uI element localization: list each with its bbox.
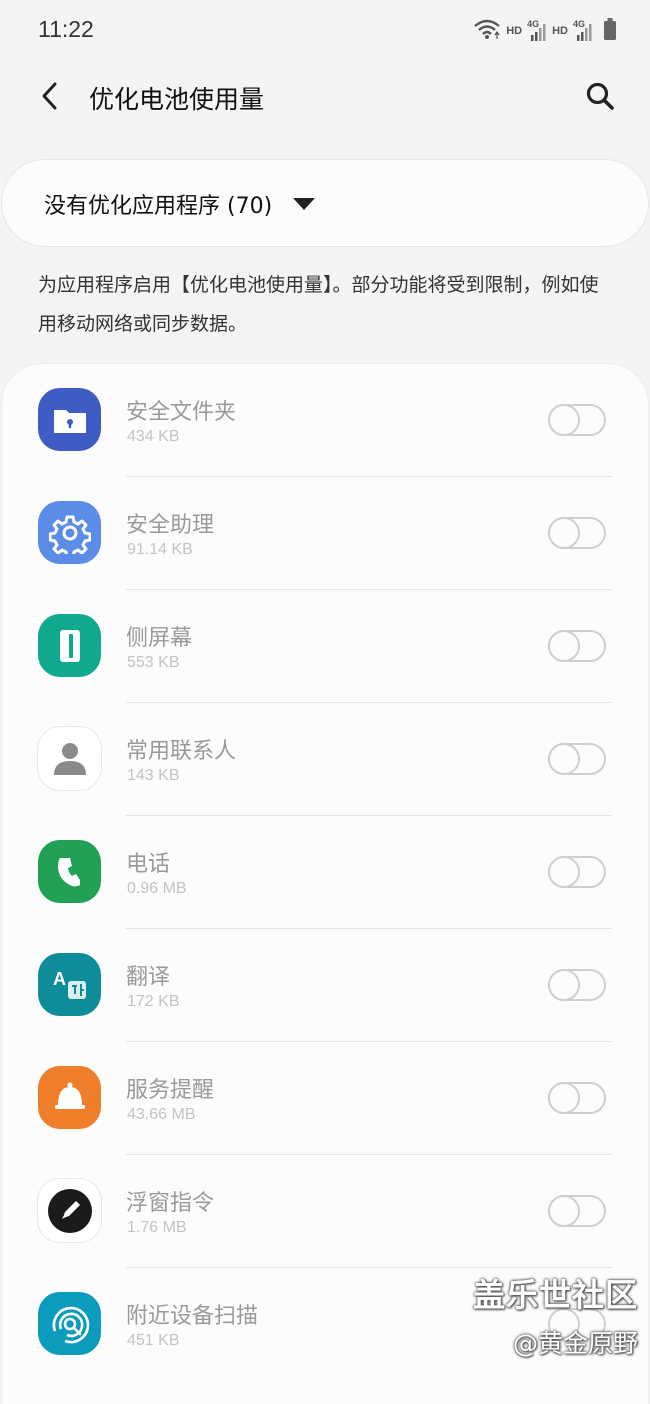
battery-icon xyxy=(604,18,616,44)
hd-label: HD xyxy=(552,25,568,37)
toggle-knob xyxy=(548,517,580,549)
toggle-knob xyxy=(548,856,580,888)
back-arrow-icon xyxy=(42,82,57,110)
toggle-knob xyxy=(548,969,580,1001)
list-item[interactable]: 电话 0.96 MB xyxy=(2,816,648,929)
app-name: 附近设备扫描 xyxy=(126,1304,259,1329)
app-size: 43.66 MB xyxy=(127,1106,196,1123)
toggle-knob xyxy=(548,630,580,662)
app-size: 553 KB xyxy=(127,654,180,671)
battery-optimize-toggle[interactable] xyxy=(548,1308,606,1340)
contact-person-icon xyxy=(38,727,101,790)
dropdown-arrow-icon xyxy=(293,198,315,210)
svg-text:A: A xyxy=(53,969,66,989)
hd-label: HD xyxy=(506,25,523,37)
toggle-knob xyxy=(548,1195,580,1227)
app-name: 常用联系人 xyxy=(126,739,237,764)
list-item[interactable]: 附近设备扫描 451 KB xyxy=(2,1268,648,1381)
status-bar: 11:22 HD 4G HD 4G xyxy=(0,0,650,64)
translate-icon: A xyxy=(38,953,101,1016)
list-item[interactable]: 浮窗指令 1.76 MB xyxy=(2,1155,648,1268)
page-title: 优化电池使用量 xyxy=(89,85,265,114)
toggle-knob xyxy=(548,743,580,775)
toggle-knob xyxy=(548,404,580,436)
app-name: 安全助理 xyxy=(126,513,215,538)
app-size: 451 KB xyxy=(127,1332,180,1349)
app-size: 143 KB xyxy=(127,767,180,784)
search-icon xyxy=(586,82,614,110)
app-size: 0.96 MB xyxy=(127,880,187,897)
app-name: 服务提醒 xyxy=(126,1078,215,1103)
list-item[interactable]: 常用联系人 143 KB xyxy=(2,703,648,816)
app-list: 安全文件夹 434 KB 安全助理 91.14 KB 侧屏幕 553 KB 常用… xyxy=(2,364,648,1404)
app-size: 91.14 KB xyxy=(127,541,193,558)
app-size: 1.76 MB xyxy=(127,1219,187,1236)
bell-icon xyxy=(38,1066,101,1129)
pen-icon xyxy=(38,1179,101,1242)
back-button[interactable] xyxy=(32,78,68,114)
app-name: 电话 xyxy=(126,852,171,877)
list-item[interactable]: 侧屏幕 553 KB xyxy=(2,590,648,703)
app-size: 172 KB xyxy=(127,993,180,1010)
status-time: 11:22 xyxy=(38,16,94,42)
list-item[interactable]: A 翻译 172 KB xyxy=(2,929,648,1042)
secure-folder-icon xyxy=(38,388,101,451)
app-name: 侧屏幕 xyxy=(126,626,193,651)
phone-icon xyxy=(38,840,101,903)
app-name: 安全文件夹 xyxy=(126,400,237,425)
status-icons: HD 4G HD 4G xyxy=(473,18,616,44)
description-text: 为应用程序启用【优化电池使用量】。部分功能将受到限制，例如使用移动网络或同步数据… xyxy=(38,274,599,335)
battery-optimize-toggle[interactable] xyxy=(548,404,606,436)
wifi-icon xyxy=(473,18,501,44)
app-name: 翻译 xyxy=(126,965,171,990)
app-filter-dropdown[interactable]: 没有优化应用程序 (70) xyxy=(2,160,648,246)
battery-optimize-toggle[interactable] xyxy=(548,1082,606,1114)
signal-4g-icon: 4G xyxy=(527,19,547,42)
list-item[interactable]: 安全文件夹 434 KB xyxy=(2,364,648,477)
toggle-knob xyxy=(548,1082,580,1114)
filter-label: 没有优化应用程序 (70) xyxy=(44,194,273,219)
app-name: 浮窗指令 xyxy=(126,1191,215,1216)
battery-optimize-toggle[interactable] xyxy=(548,743,606,775)
battery-optimize-toggle[interactable] xyxy=(548,630,606,662)
gear-icon xyxy=(38,501,101,564)
list-item[interactable]: 服务提醒 43.66 MB xyxy=(2,1042,648,1155)
battery-optimize-toggle[interactable] xyxy=(548,517,606,549)
nearby-scan-icon xyxy=(38,1292,101,1355)
signal-4g-icon: 4G xyxy=(573,19,593,42)
battery-optimize-toggle[interactable] xyxy=(548,1195,606,1227)
app-size: 434 KB xyxy=(127,428,180,445)
battery-optimize-toggle[interactable] xyxy=(548,969,606,1001)
edge-screen-icon xyxy=(38,614,101,677)
toggle-knob xyxy=(548,1308,580,1340)
search-button[interactable] xyxy=(582,78,618,114)
list-item[interactable]: 安全助理 91.14 KB xyxy=(2,477,648,590)
battery-optimize-toggle[interactable] xyxy=(548,856,606,888)
app-header: 优化电池使用量 xyxy=(0,64,650,130)
